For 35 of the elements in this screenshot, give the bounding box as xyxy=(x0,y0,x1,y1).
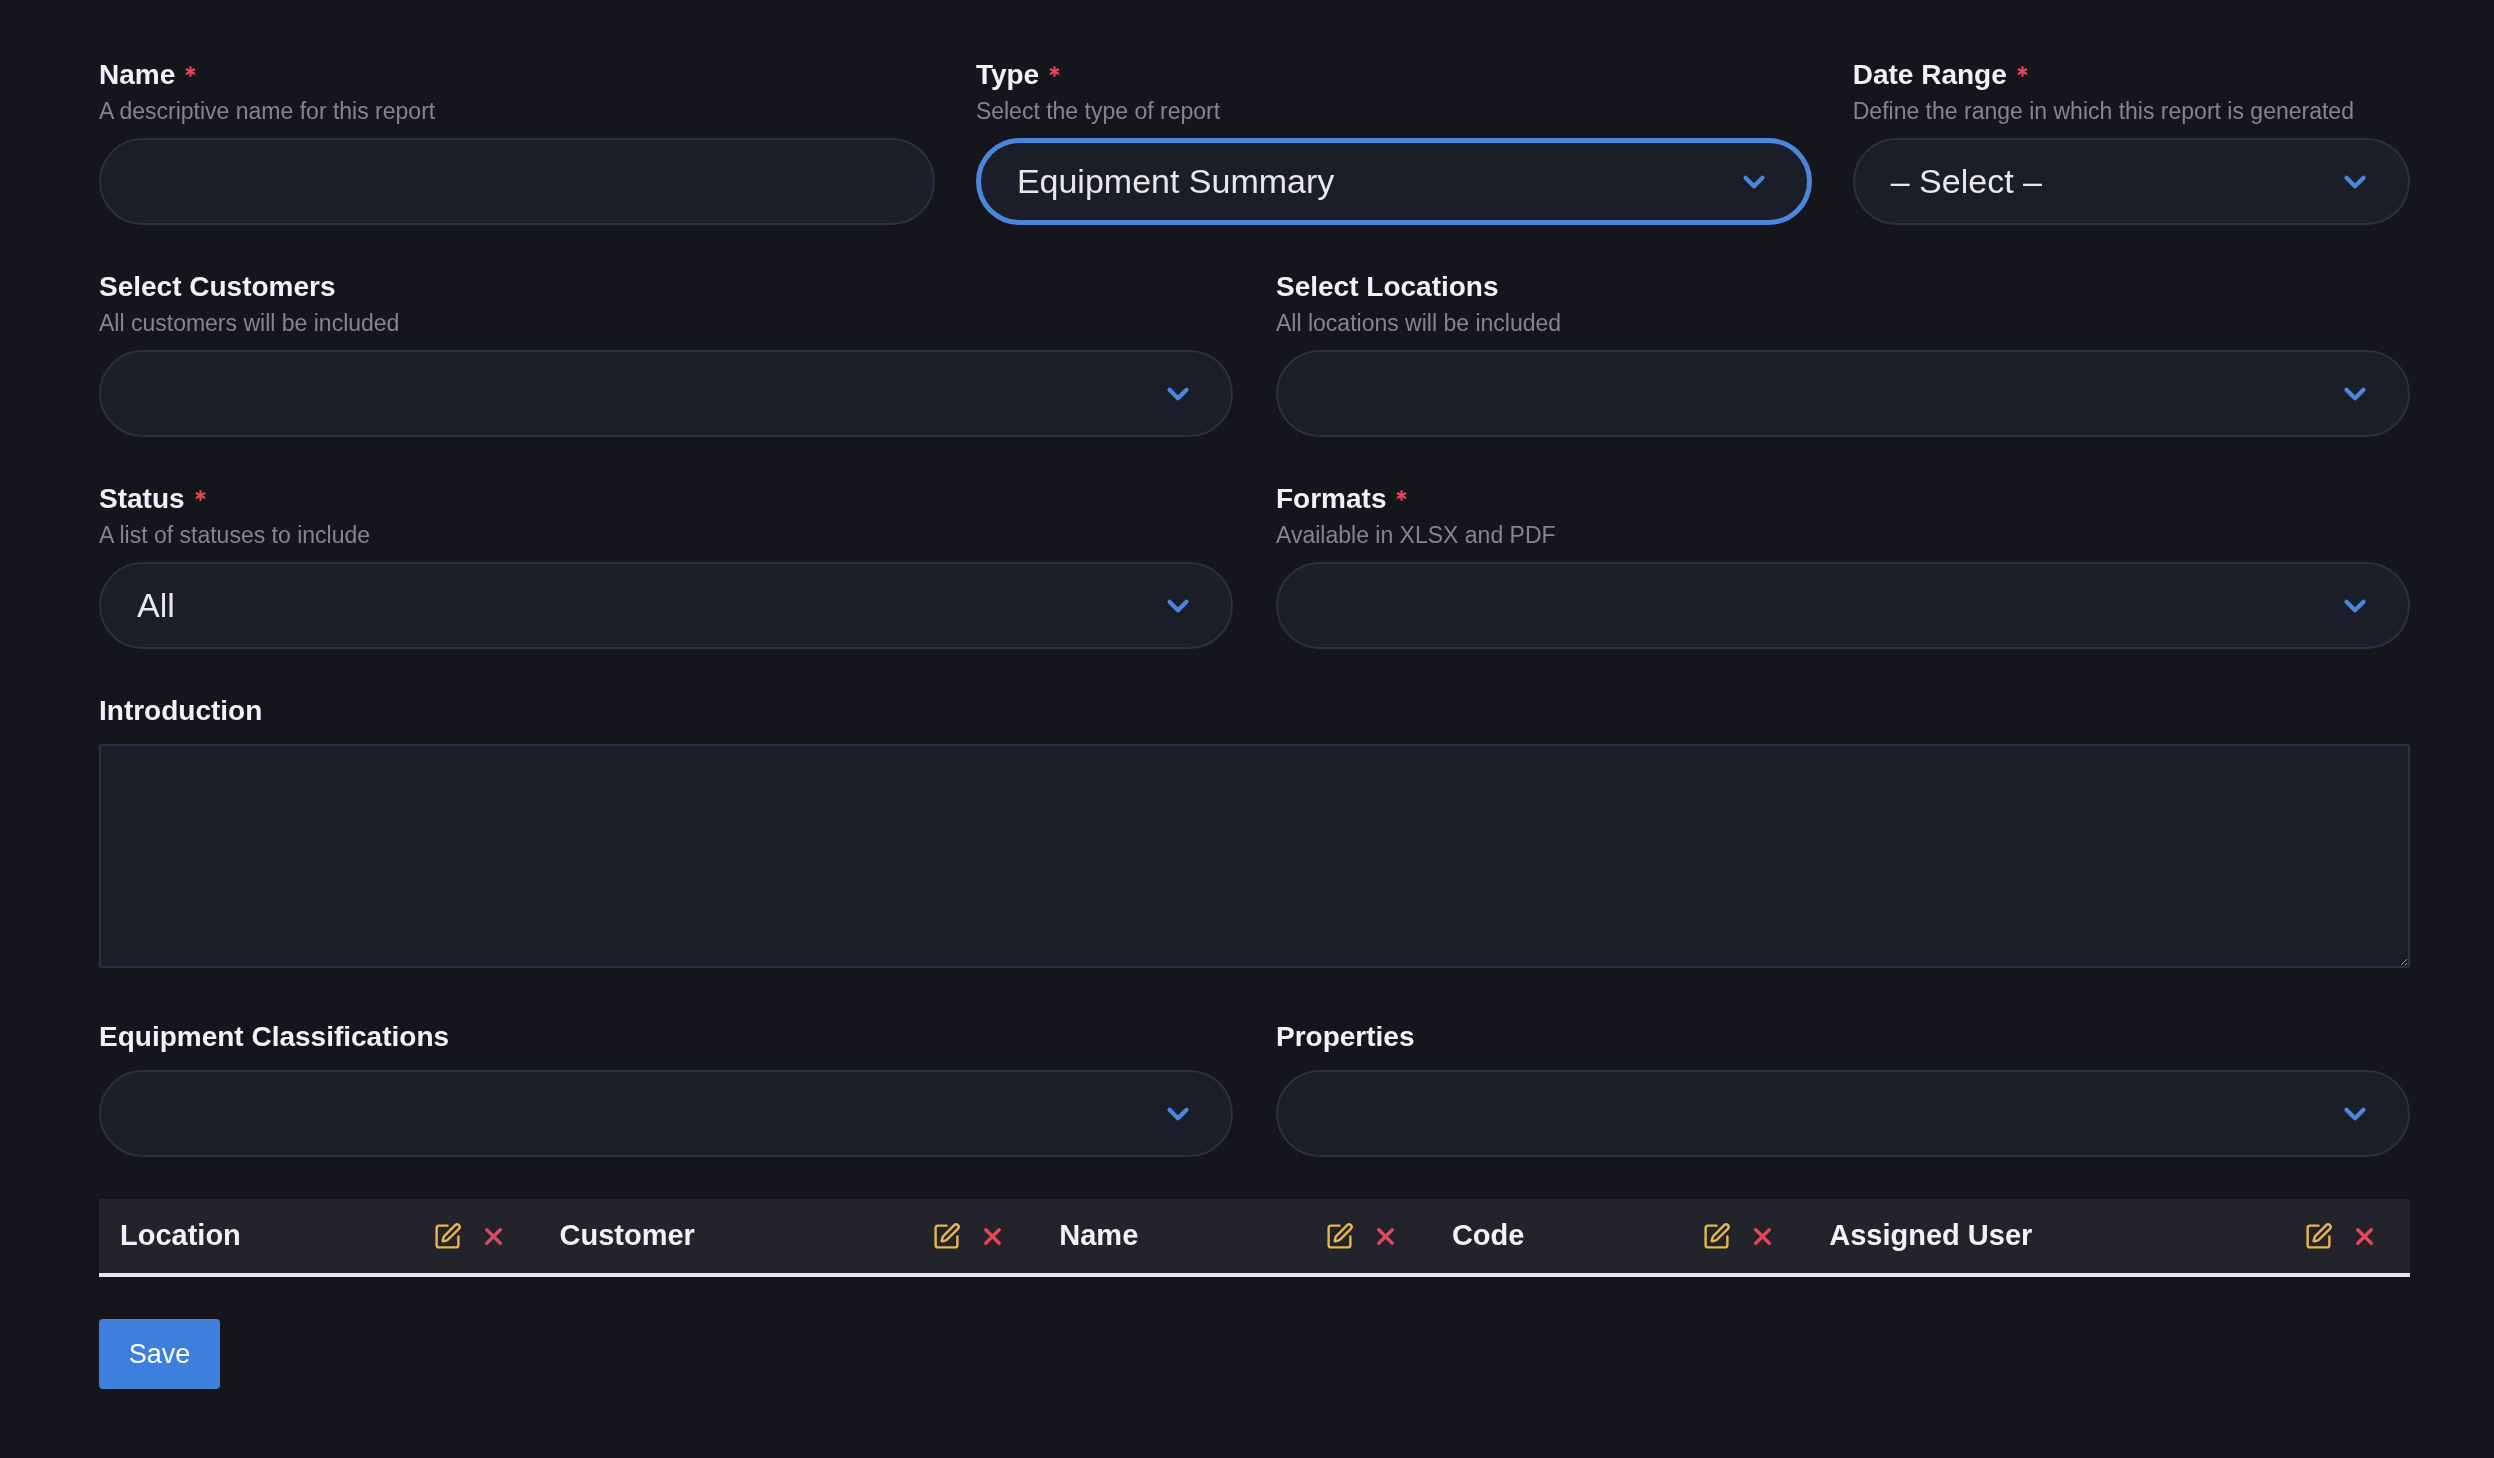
edit-icon[interactable] xyxy=(1324,1221,1354,1251)
edit-icon[interactable] xyxy=(932,1221,962,1251)
field-label: Introduction xyxy=(99,694,263,728)
field-label: Equipment Classifications xyxy=(99,1020,450,1054)
field-label: Select Locations xyxy=(1276,270,1499,304)
field-hint: All locations will be included xyxy=(1276,309,1563,338)
column-header: Name xyxy=(1059,1218,1139,1254)
field-hint: Select the type of report xyxy=(975,97,1222,126)
edit-icon[interactable] xyxy=(432,1221,462,1251)
field-label: Status xyxy=(99,482,185,516)
field-label: Properties xyxy=(1276,1020,1415,1054)
field-label: Date Range xyxy=(1852,58,2007,92)
field-hint: Define the range in which this report is generated xyxy=(1852,97,2355,126)
column-header: Customer xyxy=(559,1218,695,1254)
select-value: – Select – xyxy=(1890,161,2042,202)
field-label: Formats xyxy=(1276,482,1387,516)
field-hint: A descriptive name for this report xyxy=(99,97,437,126)
edit-icon[interactable] xyxy=(1702,1221,1732,1251)
field-label: Select Customers xyxy=(99,270,336,304)
field-hint: All customers will be included xyxy=(99,309,401,338)
column-header: Location xyxy=(120,1218,241,1254)
select-value: Equipment Summary xyxy=(1016,161,1335,202)
edit-icon[interactable] xyxy=(2304,1221,2333,1251)
field-hint: A list of statuses to include xyxy=(99,521,372,550)
save-button[interactable]: Save xyxy=(99,1319,220,1389)
select-field[interactable]: Equipment Summary xyxy=(975,138,1812,225)
column-header: Assigned User xyxy=(1829,1218,2033,1254)
select-value: All xyxy=(137,585,175,626)
select-field[interactable]: All xyxy=(99,562,1233,649)
field-label: Name xyxy=(99,58,176,92)
select-field[interactable]: – Select – xyxy=(1852,138,2410,225)
field-label: Type xyxy=(975,58,1040,92)
field-hint: Available in XLSX and PDF xyxy=(1276,521,1557,550)
column-header: Code xyxy=(1451,1218,1525,1254)
textarea-field[interactable] xyxy=(99,744,2410,968)
